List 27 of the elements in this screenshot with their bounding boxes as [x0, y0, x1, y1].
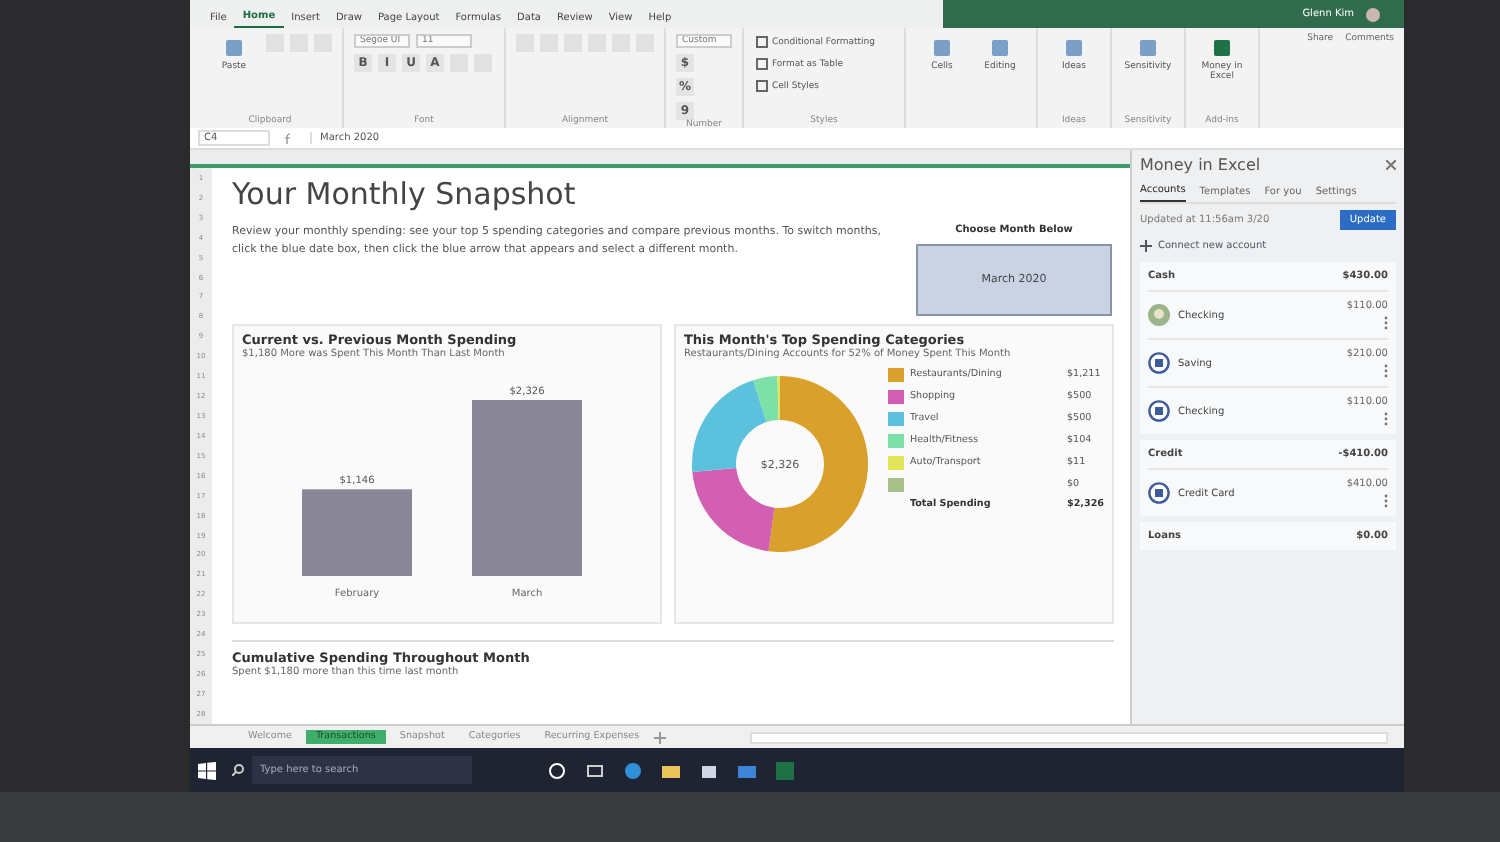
ribbon-icon: [224, 38, 244, 58]
plus-icon: [1140, 240, 1152, 252]
close-icon: [1386, 160, 1396, 170]
sheet-title: Your Monthly Snapshot: [232, 176, 578, 212]
browser-icon[interactable]: [624, 761, 642, 779]
ribbon-icon: [1212, 38, 1232, 58]
ribbon-icon: [1064, 38, 1084, 58]
mail-icon[interactable]: [738, 761, 756, 779]
windows-icon: [198, 761, 216, 779]
task-view-icon[interactable]: [586, 761, 604, 779]
ribbon-icon: [1138, 38, 1158, 58]
bag-icon[interactable]: [700, 761, 718, 779]
bank-icon: [1148, 400, 1170, 422]
search-icon: [232, 764, 244, 776]
spreadsheet-icon[interactable]: [776, 761, 794, 779]
folder-icon[interactable]: [662, 761, 680, 779]
scroll-bar[interactable]: [749, 731, 1388, 743]
avatar-icon: [1366, 7, 1380, 21]
bar: [302, 489, 412, 576]
pane-title: Money in Excel: [1140, 156, 1261, 174]
ribbon-icon: [932, 38, 952, 58]
bank-icon: [1148, 352, 1170, 374]
add-sheet-icon: [653, 731, 666, 743]
bank-icon: [1148, 482, 1170, 504]
avatar-icon: [1148, 304, 1170, 326]
ribbon-icon: [990, 38, 1010, 58]
circle-icon[interactable]: [548, 761, 566, 779]
